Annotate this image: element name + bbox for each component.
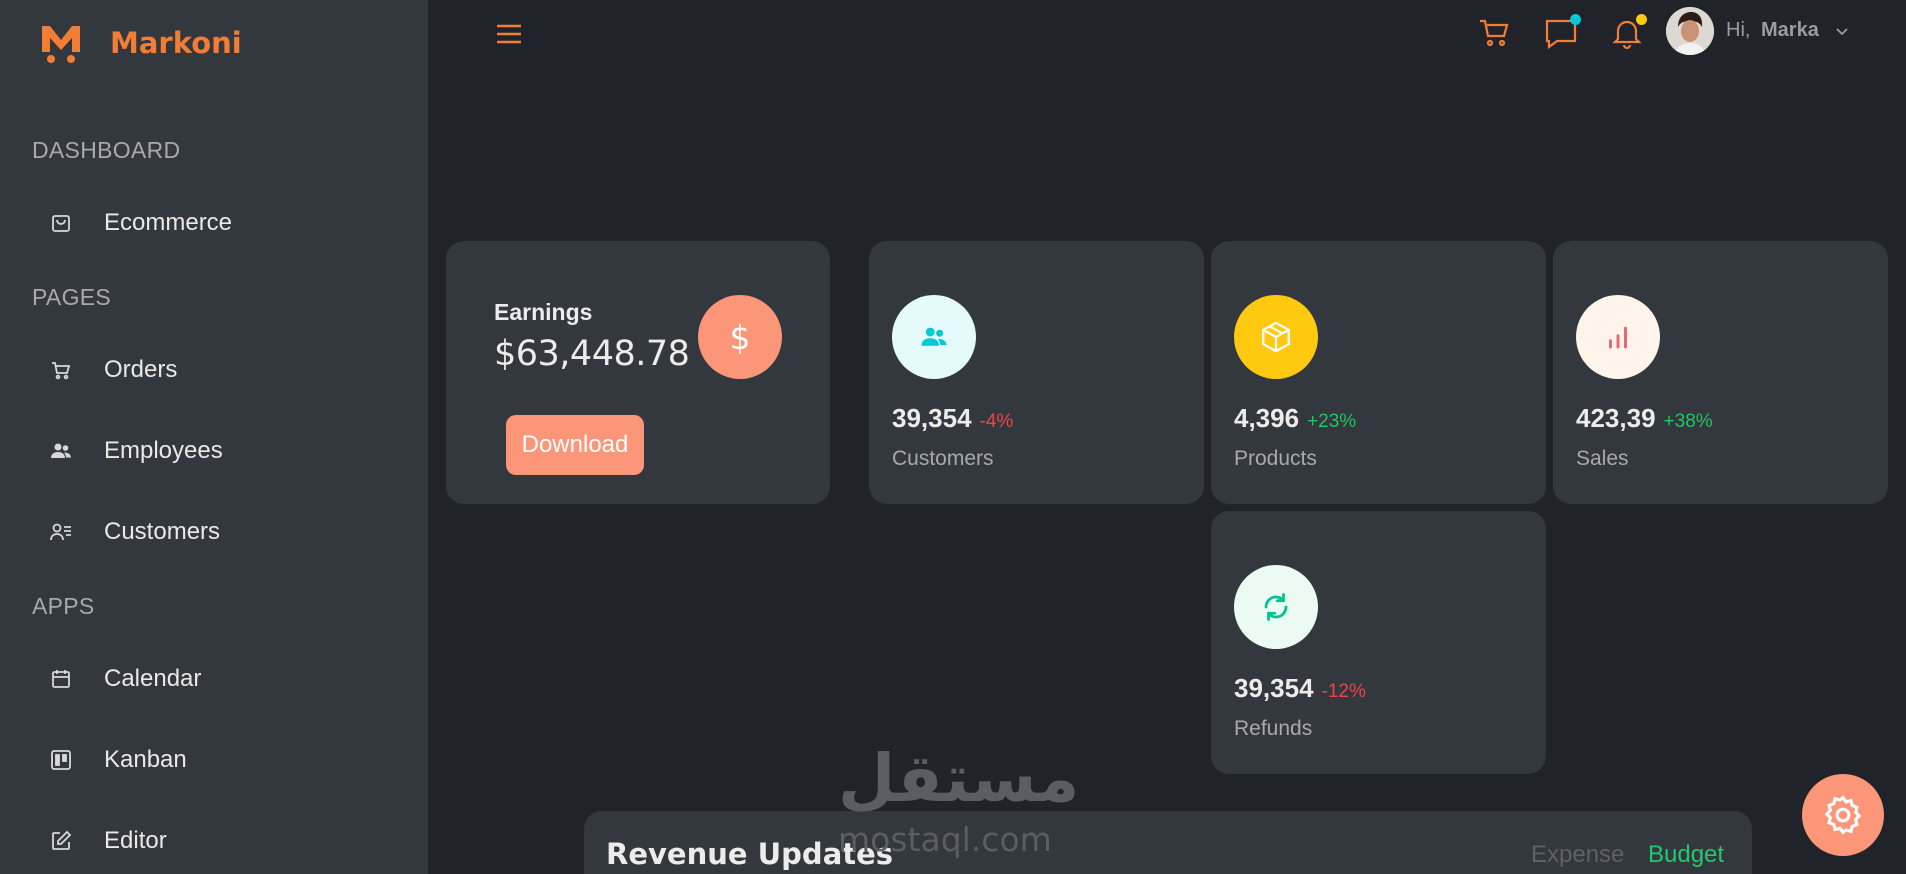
sidebar-item-kanban[interactable]: Kanban <box>48 740 187 780</box>
avatar[interactable] <box>1666 7 1714 55</box>
sidebar-item-label: Calendar <box>104 665 202 692</box>
chat-notification-dot <box>1570 14 1581 25</box>
legend-expense[interactable]: Expense <box>1531 841 1624 869</box>
brand[interactable]: Markoni <box>38 20 242 66</box>
earnings-card: Earnings $63,448.78 $ Download <box>446 241 830 504</box>
sidebar-item-label: Kanban <box>104 746 187 773</box>
stat-card-products: 4,396 +23% Products <box>1211 241 1546 504</box>
revenue-updates-card: Revenue Updates Expense Budget <box>584 811 1752 874</box>
cart-icon[interactable] <box>1477 15 1513 51</box>
sidebar-item-calendar[interactable]: Calendar <box>48 659 201 699</box>
sidebar-item-label: Editor <box>104 827 167 854</box>
edit-icon <box>48 828 74 854</box>
stat-label: Sales <box>1576 447 1629 470</box>
stat-change: -4% <box>979 411 1014 432</box>
stat-card-sales: 423,39 +38% Sales <box>1553 241 1888 504</box>
sidebar-item-label: Orders <box>104 356 178 383</box>
brand-logo-icon <box>42 26 80 63</box>
stat-label: Products <box>1234 447 1317 470</box>
stat-change: +38% <box>1663 411 1713 432</box>
brand-name: Markoni <box>110 26 242 60</box>
watermark-latin: mostaql.com <box>838 820 1052 859</box>
legend-budget[interactable]: Budget <box>1648 841 1724 869</box>
sidebar-item-employees[interactable]: Employees <box>48 431 223 471</box>
stat-value: 423,39 +38% <box>1576 403 1713 433</box>
stat-card-refunds: 39,354 -12% Refunds <box>1211 511 1546 774</box>
earnings-label: Earnings <box>494 299 593 325</box>
sidebar: Markoni DASHBOARD Ecommerce PAGES Orders… <box>0 0 428 874</box>
sidebar-item-ecommerce[interactable]: Ecommerce <box>48 203 232 243</box>
stat-value: 39,354 -12% <box>1234 673 1366 703</box>
cart-icon <box>48 357 74 383</box>
stat-card-customers: 39,354 -4% Customers <box>869 241 1204 504</box>
sidebar-item-label: Ecommerce <box>104 209 233 236</box>
stat-label: Customers <box>892 447 994 470</box>
user-name[interactable]: Marka <box>1761 19 1819 42</box>
menu-icon[interactable] <box>494 19 524 49</box>
users-icon <box>892 295 976 379</box>
sidebar-item-orders[interactable]: Orders <box>48 350 177 390</box>
user-list-icon <box>48 519 74 545</box>
sidebar-item-label: Customers <box>104 518 221 545</box>
sidebar-item-label: Employees <box>104 437 223 464</box>
earnings-value: $63,448.78 <box>494 334 690 374</box>
section-title-dashboard: DASHBOARD <box>32 137 181 163</box>
download-button[interactable]: Download <box>506 415 644 475</box>
sidebar-item-customers[interactable]: Customers <box>48 512 220 552</box>
stat-change: -12% <box>1321 681 1366 702</box>
gear-icon <box>1824 795 1862 835</box>
box-icon <box>1234 295 1318 379</box>
stat-value: 4,396 +23% <box>1234 403 1357 433</box>
dollar-icon: $ <box>698 295 782 379</box>
shopping-bag-icon <box>48 210 74 236</box>
watermark-arabic: مستقل <box>838 740 1080 817</box>
stat-label: Refunds <box>1234 717 1313 740</box>
stat-value: 39,354 -4% <box>892 403 1014 433</box>
refresh-icon <box>1234 565 1318 649</box>
bar-chart-icon <box>1576 295 1660 379</box>
bell-notification-dot <box>1636 14 1647 25</box>
users-icon <box>48 438 74 464</box>
stat-change: +23% <box>1307 411 1357 432</box>
section-title-pages: PAGES <box>32 284 112 310</box>
calendar-icon <box>48 666 74 692</box>
greeting: Hi, <box>1726 19 1751 41</box>
sidebar-item-editor[interactable]: Editor <box>48 821 167 861</box>
kanban-icon <box>48 747 74 773</box>
settings-button[interactable] <box>1802 774 1884 856</box>
section-title-apps: APPS <box>32 593 95 619</box>
chevron-down-icon[interactable] <box>1834 23 1850 39</box>
